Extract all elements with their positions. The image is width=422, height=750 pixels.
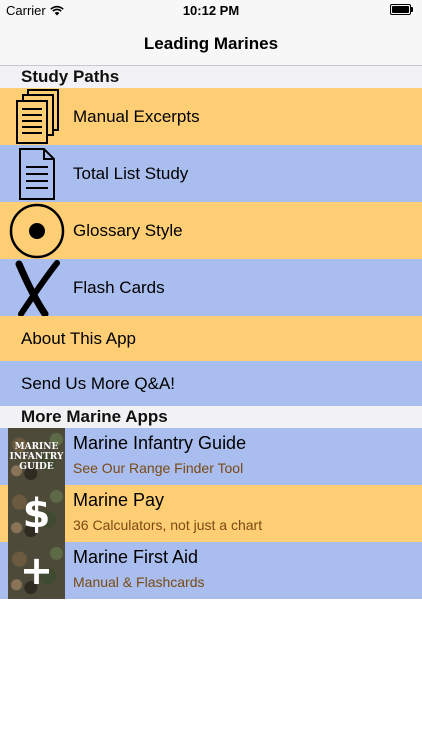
stacked-documents-icon bbox=[8, 88, 65, 145]
row-total-list-study[interactable]: Total List Study bbox=[0, 145, 422, 202]
app-title: Marine Pay bbox=[73, 490, 165, 510]
plus-cross-icon: + bbox=[8, 542, 65, 599]
app-icon-glyph: + bbox=[19, 547, 54, 594]
app-subtitle: 36 Calculators, not just a chart bbox=[73, 517, 263, 533]
x-mark-icon bbox=[8, 259, 65, 316]
row-glossary-style[interactable]: Glossary Style bbox=[0, 202, 422, 259]
row-send-more-qa[interactable]: Send Us More Q&A! bbox=[0, 361, 422, 406]
app-title: Marine First Aid bbox=[73, 547, 199, 567]
page-title: Leading Marines bbox=[143, 34, 279, 53]
row-app-marine-infantry-guide[interactable]: MARINE INFANTRY GUIDE Marine Infantry Gu… bbox=[0, 428, 422, 485]
row-about-this-app[interactable]: About This App bbox=[0, 316, 422, 361]
target-circle-icon bbox=[8, 202, 65, 259]
row-app-marine-first-aid[interactable]: + Marine First Aid Manual & Flashcards bbox=[0, 542, 422, 599]
row-label: Total List Study bbox=[73, 163, 189, 183]
app-subtitle: Manual & Flashcards bbox=[73, 574, 205, 590]
battery-icon bbox=[390, 4, 414, 15]
row-label: About This App bbox=[21, 328, 136, 348]
document-icon bbox=[8, 145, 65, 202]
row-manual-excerpts[interactable]: Manual Excerpts bbox=[0, 88, 422, 145]
row-label: Glossary Style bbox=[73, 220, 183, 240]
section-header-more-apps: More Marine Apps bbox=[0, 406, 422, 428]
section-header-study-paths: Study Paths bbox=[0, 66, 422, 88]
row-app-marine-pay[interactable]: $ Marine Pay 36 Calculators, not just a … bbox=[0, 485, 422, 542]
dollar-sign-icon: $ bbox=[8, 485, 65, 542]
app-subtitle: See Our Range Finder Tool bbox=[73, 460, 244, 476]
status-time: 10:12 PM bbox=[182, 3, 240, 18]
status-bar: Carrier 10:12 PM bbox=[0, 0, 422, 22]
row-flash-cards[interactable]: Flash Cards bbox=[0, 259, 422, 316]
row-label: Flash Cards bbox=[73, 277, 165, 297]
app-title: Marine Infantry Guide bbox=[73, 433, 247, 453]
app-icon-text: MARINE INFANTRY GUIDE bbox=[9, 441, 64, 472]
main-list: Study Paths Manual Excerpts Total List S… bbox=[0, 66, 422, 599]
row-label: Send Us More Q&A! bbox=[21, 373, 176, 393]
app-icon-marine-infantry-guide: MARINE INFANTRY GUIDE bbox=[8, 428, 65, 485]
navigation-bar: Leading Marines bbox=[0, 22, 422, 66]
row-label: Manual Excerpts bbox=[73, 106, 200, 126]
app-icon-glyph: $ bbox=[22, 490, 51, 537]
